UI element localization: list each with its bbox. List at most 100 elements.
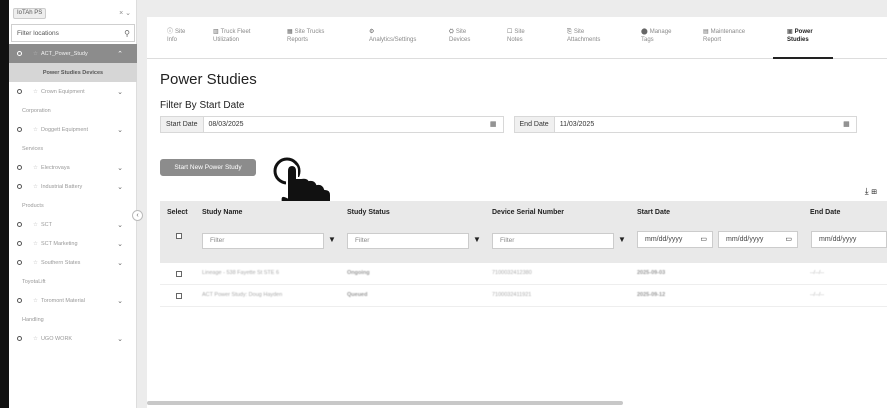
horizontal-scrollbar[interactable]: [147, 400, 887, 406]
tab-label-line2: Devices: [449, 37, 471, 43]
node-radio-icon[interactable]: [17, 127, 22, 132]
tree-node[interactable]: ☆ SCT ⌄: [9, 215, 137, 234]
tree-node-label: Products: [22, 202, 44, 209]
header-select: Select: [167, 209, 188, 216]
node-radio-icon[interactable]: [17, 165, 22, 170]
tree-node[interactable]: ☆ Southern States ⌄: [9, 253, 137, 272]
favorite-star-icon[interactable]: ☆: [33, 89, 38, 95]
header-device-serial[interactable]: Device Serial Number: [492, 209, 564, 216]
tab-analytics-settings[interactable]: ⚙ Analytics/Settings: [355, 17, 435, 59]
node-radio-icon[interactable]: [17, 184, 22, 189]
download-icon[interactable]: ⤓: [865, 186, 869, 196]
tree-node[interactable]: ☆ Electrovaya ⌄: [9, 158, 137, 177]
end-date-filter[interactable]: mm/dd/yyyy: [811, 231, 887, 248]
tab-maintenance-report[interactable]: ▤ Maintenance Report: [689, 17, 773, 59]
node-radio-icon[interactable]: [17, 241, 22, 246]
tab-site-notes[interactable]: ☐ Site Notes: [493, 17, 553, 59]
tree-node[interactable]: ☆ Doggett Equipment ⌄: [9, 120, 137, 139]
header-start-date[interactable]: Start Date: [637, 209, 670, 216]
tab-label-line2: Notes: [507, 37, 523, 43]
tab-label-line1: Power: [794, 29, 813, 35]
tab-label-line1: Truck Fleet: [220, 29, 251, 35]
chevron-down-icon[interactable]: ⌄: [117, 88, 123, 96]
node-radio-icon[interactable]: [17, 336, 22, 341]
column-chooser-icon[interactable]: ⊞: [871, 186, 877, 196]
header-end-date[interactable]: End Date: [810, 209, 840, 216]
chevron-down-icon[interactable]: ⌄: [117, 183, 123, 191]
tree-label-continuation: Handling: [9, 310, 137, 329]
favorite-star-icon[interactable]: ☆: [33, 336, 38, 342]
collapse-sidebar-button[interactable]: ‹: [132, 210, 143, 221]
tree-label-continuation: ToyotaLift: [9, 272, 137, 291]
location-filter-input[interactable]: Filter locations ⚲: [11, 24, 135, 42]
tree-node[interactable]: ☆ UGO WORK ⌄: [9, 329, 137, 348]
chevron-down-icon[interactable]: ⌄: [117, 221, 123, 229]
header-study-name[interactable]: Study Name: [202, 209, 242, 216]
tab-label-line2: Info: [167, 37, 178, 43]
node-radio-icon[interactable]: [17, 222, 22, 227]
node-radio-icon[interactable]: [17, 89, 22, 94]
end-date-value: 11/03/2025: [559, 121, 595, 128]
tree-node[interactable]: Power Studies Devices: [9, 63, 137, 82]
tree-node[interactable]: ☆ Industrial Battery ⌄: [9, 177, 137, 196]
filter-funnel-icon[interactable]: ▼: [473, 235, 481, 244]
selected-location-chip[interactable]: IoTAh PS × ⌄: [13, 6, 131, 20]
chevron-down-icon[interactable]: ⌄: [117, 297, 123, 305]
start-date-from-filter[interactable]: mm/dd/yyyy ▭: [637, 231, 713, 248]
filter-funnel-icon[interactable]: ▼: [328, 235, 336, 244]
start-new-power-study-button[interactable]: Start New Power Study: [160, 159, 256, 176]
node-radio-icon[interactable]: [17, 51, 22, 56]
start-date-to-filter[interactable]: mm/dd/yyyy ▭: [718, 231, 798, 248]
map-pin-icon[interactable]: ⚲: [124, 29, 130, 38]
favorite-star-icon[interactable]: ☆: [33, 222, 38, 228]
tree-node-label: ToyotaLift: [22, 278, 46, 285]
favorite-star-icon[interactable]: ☆: [33, 51, 38, 57]
tab-site-info[interactable]: ⓘ Site Info: [147, 17, 199, 59]
favorite-star-icon[interactable]: ☆: [33, 298, 38, 304]
filter-funnel-icon[interactable]: ▼: [618, 235, 626, 244]
favorite-star-icon[interactable]: ☆: [33, 184, 38, 190]
calendar-icon[interactable]: ▭: [700, 232, 707, 247]
tab-manage-tags[interactable]: ⬤ Manage Tags: [627, 17, 689, 59]
node-radio-icon[interactable]: [17, 298, 22, 303]
tab-site-devices[interactable]: ⛭ Site Devices: [435, 17, 493, 59]
chevron-down-icon[interactable]: ⌄: [117, 164, 123, 172]
study-name-filter[interactable]: Filter: [202, 233, 324, 249]
favorite-star-icon[interactable]: ☆: [33, 127, 38, 133]
calendar-icon[interactable]: ▦: [843, 117, 850, 132]
favorite-star-icon[interactable]: ☆: [33, 260, 38, 266]
tree-node[interactable]: ☆ ACT_Power_Study ⌃: [9, 44, 137, 63]
header-study-status[interactable]: Study Status: [347, 209, 390, 216]
tree-node[interactable]: ☆ Crown Equipment ⌄: [9, 82, 137, 101]
device-serial-filter[interactable]: Filter: [492, 233, 614, 249]
scrollbar-thumb[interactable]: [147, 401, 623, 405]
date-placeholder: mm/dd/yyyy: [645, 236, 683, 243]
row-checkbox[interactable]: [176, 271, 182, 277]
location-sidebar: IoTAh PS × ⌄ Filter locations ⚲ ☆ ACT_Pow…: [9, 0, 137, 408]
tab-icon: ▣: [787, 29, 793, 35]
row-checkbox[interactable]: [176, 293, 182, 299]
calendar-icon[interactable]: ▦: [490, 117, 497, 132]
favorite-star-icon[interactable]: ☆: [33, 165, 38, 171]
tab-site-trucks-reports[interactable]: ▦ Site Trucks Reports: [273, 17, 355, 59]
tree-node[interactable]: ☆ Toromont Material ⌄: [9, 291, 137, 310]
chevron-down-icon[interactable]: ⌄: [117, 259, 123, 267]
tab-truck-fleet-utilization[interactable]: ▥ Truck Fleet Utilization: [199, 17, 273, 59]
end-date-input[interactable]: 11/03/2025 ▦: [554, 116, 857, 133]
study-status-filter[interactable]: Filter: [347, 233, 469, 249]
location-chip-controls[interactable]: × ⌄: [119, 9, 131, 17]
chevron-down-icon[interactable]: ⌄: [117, 240, 123, 248]
tree-node[interactable]: ☆ SCT Marketing ⌄: [9, 234, 137, 253]
calendar-icon[interactable]: ▭: [785, 232, 792, 247]
select-all-checkbox[interactable]: [176, 233, 182, 239]
node-radio-icon[interactable]: [17, 260, 22, 265]
table-row[interactable]: ACT Power Study: Doug Hayden Queued 7100…: [160, 285, 887, 307]
chevron-down-icon[interactable]: ⌄: [117, 335, 123, 343]
tab-power-studies[interactable]: ▣ Power Studies: [773, 17, 833, 59]
tab-site-attachments[interactable]: ⎘ Site Attachments: [553, 17, 627, 59]
chevron-down-icon[interactable]: ⌄: [117, 126, 123, 134]
favorite-star-icon[interactable]: ☆: [33, 241, 38, 247]
table-row[interactable]: Lineage - 538 Fayette St STE 6 Ongoing 7…: [160, 263, 887, 285]
start-date-input[interactable]: 08/03/2025 ▦: [203, 116, 504, 133]
chevron-up-icon[interactable]: ⌃: [117, 50, 123, 58]
